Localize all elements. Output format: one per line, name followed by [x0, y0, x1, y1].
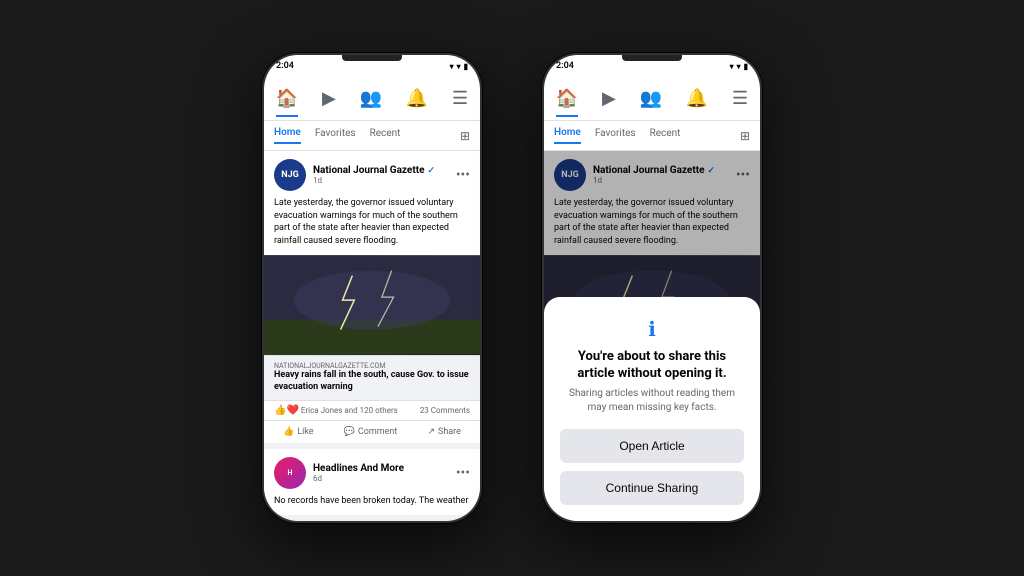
- signal-icon: ▾: [457, 62, 461, 71]
- tab-bar-2: Home Favorites Recent ⊞: [544, 121, 760, 151]
- tab-favorites-1[interactable]: Favorites: [315, 128, 356, 143]
- article-source-1: NATIONALJOURNALGAZETTE.COM: [274, 362, 470, 370]
- nav-bar-1: 🏠 ▶ 👥 🔔 ☰: [264, 77, 480, 121]
- battery-icon: ▮: [464, 62, 468, 71]
- tab-recent-1[interactable]: Recent: [370, 128, 401, 143]
- comment-icon: 💬: [344, 427, 355, 437]
- scene: 2:04 ▾ ▾ ▮ 🏠 ▶ 👥 🔔 ☰ Home Favorites Rece…: [0, 0, 1024, 576]
- like-emoji: 👍❤️: [274, 405, 299, 416]
- nav-video-2[interactable]: ▶: [602, 88, 616, 109]
- filter-icon-2[interactable]: ⊞: [740, 129, 750, 143]
- post-card-1: NJG National Journal Gazette ✓ 1d ••• La…: [264, 151, 480, 443]
- tab-recent-2[interactable]: Recent: [650, 128, 681, 143]
- feed-1: NJG National Journal Gazette ✓ 1d ••• La…: [264, 151, 480, 521]
- poster-name-2: Headlines And More: [313, 463, 449, 474]
- filter-icon-1[interactable]: ⊞: [460, 129, 470, 143]
- avatar-njg-1: NJG: [274, 159, 306, 191]
- info-icon: ℹ: [560, 317, 744, 341]
- more-dots-1[interactable]: •••: [456, 167, 470, 183]
- time-2: 2:04: [556, 61, 574, 71]
- post-image-1: [264, 255, 480, 355]
- bottom-sheet: ℹ You're about to share this article wit…: [544, 297, 760, 521]
- post-card-2: H Headlines And More 6d ••• No records h…: [264, 449, 480, 516]
- like-icon: 👍: [283, 427, 294, 437]
- article-title-1: Heavy rains fall in the south, cause Gov…: [274, 370, 470, 393]
- phone-1: 2:04 ▾ ▾ ▮ 🏠 ▶ 👥 🔔 ☰ Home Favorites Rece…: [262, 53, 482, 523]
- status-bar-2: 2:04 ▾ ▾ ▮: [544, 55, 760, 77]
- reactions-bar-1: 👍❤️ Erica Jones and 120 others 23 Commen…: [264, 400, 480, 420]
- post-meta-1: National Journal Gazette ✓ 1d: [313, 165, 449, 185]
- comment-count-1: 23 Comments: [420, 406, 470, 415]
- reaction-count-1: 👍❤️ Erica Jones and 120 others: [274, 405, 398, 416]
- comment-btn-1[interactable]: 💬 Comment: [340, 423, 402, 441]
- post-text-1: Late yesterday, the governor issued volu…: [264, 195, 480, 255]
- post-time-2: 6d: [313, 474, 449, 483]
- like-btn-1[interactable]: 👍 Like: [279, 423, 318, 441]
- nav-home[interactable]: 🏠: [276, 88, 298, 109]
- article-preview-1: NATIONALJOURNALGAZETTE.COM Heavy rains f…: [264, 355, 480, 399]
- share-btn-1[interactable]: ↗ Share: [423, 423, 464, 441]
- tab-bar-1: Home Favorites Recent ⊞: [264, 121, 480, 151]
- nav-bar-2: 🏠 ▶ 👥 🔔 ☰: [544, 77, 760, 121]
- post-text-2: No records have been broken today. The w…: [264, 493, 480, 516]
- poster-name-1: National Journal Gazette ✓: [313, 165, 449, 176]
- nav-people[interactable]: 👥: [360, 88, 382, 109]
- post-time-1: 1d: [313, 176, 449, 185]
- avatar-text: H: [288, 469, 293, 477]
- nav-video[interactable]: ▶: [322, 88, 336, 109]
- tab-favorites-2[interactable]: Favorites: [595, 128, 636, 143]
- nav-menu-2[interactable]: ☰: [732, 88, 748, 109]
- share-icon: ↗: [427, 427, 435, 437]
- bottom-sheet-overlay: ℹ You're about to share this article wit…: [544, 151, 760, 521]
- wifi-icon-2: ▾: [730, 62, 734, 71]
- battery-icon-2: ▮: [744, 62, 748, 71]
- avatar-ham: H: [274, 457, 306, 489]
- time-1: 2:04: [276, 61, 294, 71]
- post-meta-2: Headlines And More 6d: [313, 463, 449, 483]
- post-header-1: NJG National Journal Gazette ✓ 1d •••: [264, 151, 480, 195]
- post-header-2: H Headlines And More 6d •••: [264, 449, 480, 493]
- sheet-subtitle: Sharing articles without reading them ma…: [560, 387, 744, 415]
- open-article-button[interactable]: Open Article: [560, 429, 744, 463]
- tab-home-1[interactable]: Home: [274, 127, 301, 144]
- verified-1: ✓: [428, 166, 436, 176]
- wifi-icon: ▾: [450, 62, 454, 71]
- nav-bell-2[interactable]: 🔔: [686, 88, 708, 109]
- status-icons-2: ▾ ▾ ▮: [730, 62, 748, 71]
- nav-bell[interactable]: 🔔: [406, 88, 428, 109]
- nav-people-2[interactable]: 👥: [640, 88, 662, 109]
- status-icons-1: ▾ ▾ ▮: [450, 62, 468, 71]
- nav-home-2[interactable]: 🏠: [556, 88, 578, 109]
- signal-icon-2: ▾: [737, 62, 741, 71]
- feed-2: NJG National Journal Gazette ✓ 1d ••• La…: [544, 151, 760, 521]
- tab-home-2[interactable]: Home: [554, 127, 581, 144]
- more-dots-2[interactable]: •••: [456, 465, 470, 481]
- nav-menu[interactable]: ☰: [452, 88, 468, 109]
- phone-2: 2:04 ▾ ▾ ▮ 🏠 ▶ 👥 🔔 ☰ Home Favorites Rece…: [542, 53, 762, 523]
- continue-sharing-button[interactable]: Continue Sharing: [560, 471, 744, 505]
- sheet-title: You're about to share this article witho…: [560, 349, 744, 383]
- action-row-1: 👍 Like 💬 Comment ↗ Share: [264, 420, 480, 443]
- status-bar-1: 2:04 ▾ ▾ ▮: [264, 55, 480, 77]
